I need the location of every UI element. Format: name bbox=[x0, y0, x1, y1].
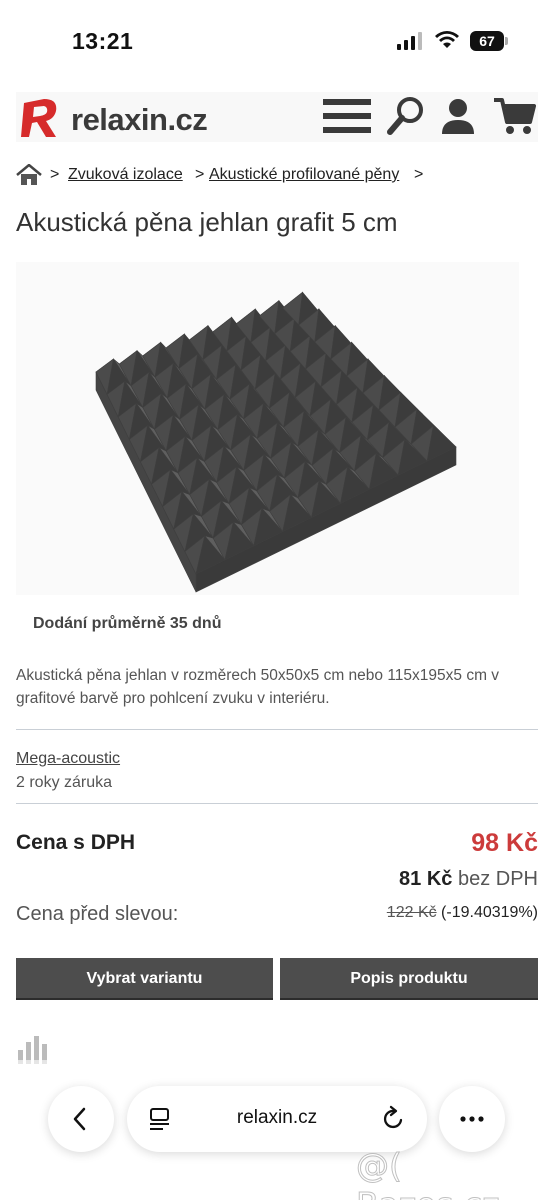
price-net-suffix: bez DPH bbox=[452, 868, 538, 890]
select-variant-button[interactable]: Vybrat variantu bbox=[16, 958, 273, 1000]
more-dots-icon bbox=[460, 1116, 484, 1122]
brand-link[interactable]: Mega-acoustic bbox=[16, 750, 120, 768]
back-button[interactable] bbox=[48, 1086, 114, 1152]
reload-icon[interactable] bbox=[379, 1105, 407, 1133]
old-price-row: 122 Kč (-19.40319%) bbox=[387, 904, 538, 922]
price-net-row: 81 Kč bez DPH bbox=[399, 868, 538, 891]
discount-percent: (-19.40319%) bbox=[436, 904, 538, 921]
delivery-info: Dodání průměrně 35 dnů bbox=[33, 615, 222, 632]
address-bar[interactable]: relaxin.cz bbox=[127, 1086, 427, 1152]
site-header: relaxin.cz bbox=[16, 92, 538, 142]
more-button[interactable] bbox=[439, 1086, 505, 1152]
product-description: Akustická pěna jehlan v rozměrech 50x50x… bbox=[16, 667, 500, 707]
search-icon[interactable] bbox=[386, 96, 426, 136]
wifi-icon bbox=[435, 31, 459, 48]
price-label: Cena s DPH bbox=[16, 831, 136, 854]
site-logo[interactable]: relaxin.cz bbox=[16, 92, 246, 142]
breadcrumb-link-akusticke-peny[interactable]: Akustické profilované pěny bbox=[209, 166, 399, 184]
cellular-signal-icon bbox=[397, 32, 422, 50]
product-image[interactable] bbox=[16, 262, 519, 595]
status-time: 13:21 bbox=[72, 28, 134, 54]
divider bbox=[16, 803, 538, 804]
battery-level: 67 bbox=[479, 33, 495, 49]
acoustic-foam-image bbox=[95, 291, 457, 593]
breadcrumb-separator: > bbox=[50, 166, 60, 183]
menu-icon[interactable] bbox=[323, 96, 371, 136]
old-price: 122 Kč bbox=[386, 904, 437, 921]
bazos-watermark: @( Bazos.cz bbox=[356, 1146, 501, 1200]
battery-icon: 67 bbox=[470, 31, 508, 51]
breadcrumb-separator: > bbox=[414, 166, 424, 183]
breadcrumb-separator: > bbox=[195, 166, 205, 183]
warranty-info: 2 roky záruka bbox=[16, 774, 113, 791]
home-icon[interactable] bbox=[16, 164, 42, 186]
status-bar: 13:21 67 bbox=[0, 0, 554, 80]
divider bbox=[16, 729, 538, 730]
logo-text: relaxin.cz bbox=[71, 102, 208, 137]
old-price-label: Cena před slevou: bbox=[16, 903, 179, 925]
breadcrumb-link-zvukova-izolace[interactable]: Zvuková izolace bbox=[68, 166, 183, 184]
user-icon[interactable] bbox=[440, 96, 476, 136]
price-with-vat: 98 Kč bbox=[471, 829, 538, 857]
cart-icon[interactable] bbox=[494, 96, 536, 136]
relaxin-logo-icon bbox=[21, 99, 57, 137]
price-without-vat: 81 Kč bbox=[399, 868, 453, 890]
product-description-button[interactable]: Popis produktu bbox=[280, 958, 538, 1000]
chevron-left-icon bbox=[73, 1107, 86, 1131]
breadcrumb: > Zvuková izolace > Akustické profilovan… bbox=[16, 164, 538, 188]
page-title: Akustická pěna jehlan grafit 5 cm bbox=[16, 207, 398, 237]
